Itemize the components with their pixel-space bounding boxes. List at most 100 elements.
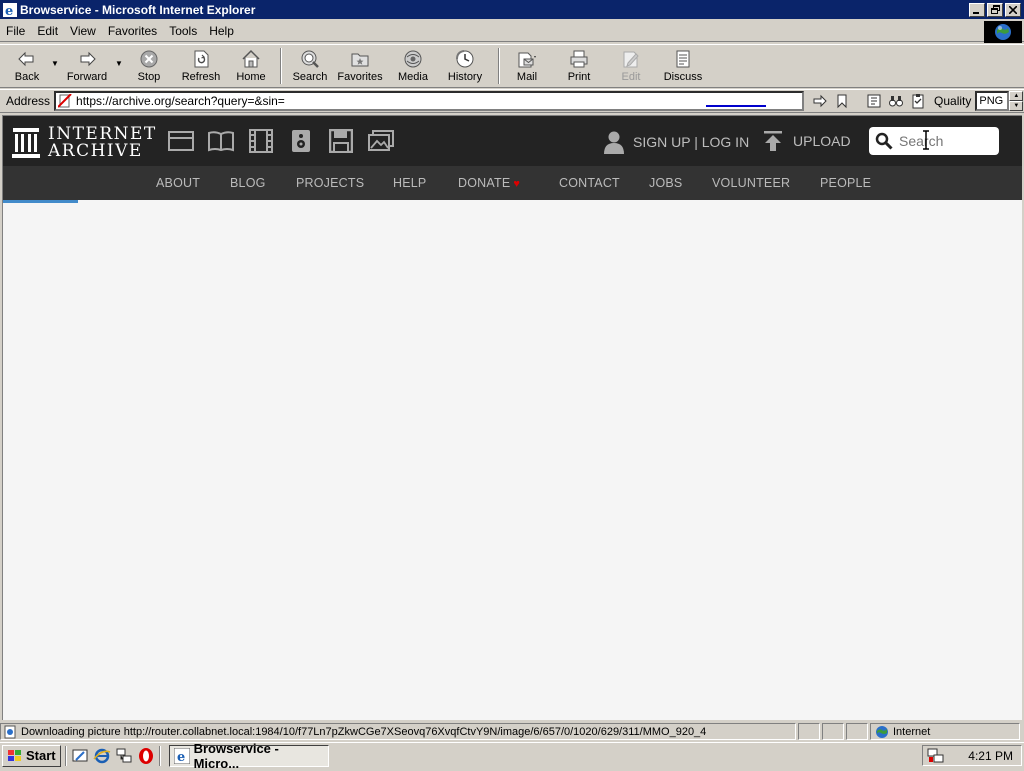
search-button[interactable]: Search (288, 45, 332, 87)
forward-button[interactable]: Forward (60, 45, 114, 87)
ia-logo[interactable]: INTERNET ARCHIVE (12, 126, 157, 160)
binoculars-icon[interactable] (888, 93, 904, 109)
nav-donate[interactable]: DONATE ♥ (458, 176, 520, 190)
menu-view[interactable]: View (64, 24, 102, 38)
history-label: History (447, 71, 483, 83)
menu-help[interactable]: Help (203, 24, 240, 38)
stop-button[interactable]: Stop (124, 45, 174, 87)
find-page-icon[interactable] (866, 93, 882, 109)
web-icon[interactable] (166, 128, 196, 154)
media-icon (404, 50, 422, 68)
toolbar-separator (498, 48, 500, 84)
nav-about[interactable]: ABOUT (156, 176, 200, 190)
nav-help[interactable]: HELP (393, 176, 426, 190)
signup-login-link[interactable]: SIGN UP | LOG IN (603, 130, 749, 154)
media-label: Media (398, 71, 428, 83)
internet-explorer-icon[interactable] (93, 747, 111, 765)
spin-up-icon[interactable]: ▲ (1009, 91, 1024, 101)
discuss-label: Discuss (663, 71, 703, 83)
network-status-icon[interactable] (927, 748, 945, 764)
forward-arrow-icon (80, 51, 96, 67)
quality-value[interactable]: PNG (975, 91, 1010, 111)
menu-bar: File Edit View Favorites Tools Help (0, 20, 1024, 43)
restore-button[interactable] (987, 2, 1003, 17)
menu-tools[interactable]: Tools (163, 24, 203, 38)
status-text: Downloading picture http://router.collab… (21, 725, 707, 738)
ie-task-icon: e (173, 747, 190, 764)
site-search-box[interactable] (869, 127, 999, 155)
media-button[interactable]: Media (388, 45, 438, 87)
network-icon[interactable] (115, 747, 133, 765)
back-dropdown-icon[interactable]: ▼ (50, 59, 60, 68)
minimize-button[interactable] (969, 2, 985, 17)
toolbar-separator (280, 48, 282, 84)
address-field[interactable]: https://archive.org/search?query=&sin= (54, 91, 805, 111)
task-label: Browservice - Micro... (193, 740, 279, 771)
spin-down-icon[interactable]: ▼ (1009, 101, 1024, 111)
title-bar[interactable]: e Browservice - Microsoft Internet Explo… (0, 0, 1024, 19)
home-button[interactable]: Home (228, 45, 274, 87)
status-bar: Downloading picture http://router.collab… (0, 721, 1024, 742)
menu-favorites[interactable]: Favorites (102, 24, 163, 38)
logo-line-2: ARCHIVE (48, 141, 143, 161)
texts-icon[interactable] (206, 128, 236, 154)
page-loading-icon (4, 725, 16, 738)
nav-projects[interactable]: PROJECTS (296, 176, 364, 190)
minimize-icon (973, 11, 979, 14)
clock[interactable]: 4:21 PM (968, 749, 1013, 763)
discuss-button[interactable]: Discuss (652, 45, 714, 87)
media-type-icons (166, 128, 396, 154)
favorites-label: Favorites (337, 71, 383, 83)
page-viewport[interactable]: INTERNET ARCHIVE SIGN UP | LOG IN UPLOAD… (2, 115, 1022, 720)
upload-icon (764, 131, 782, 151)
refresh-button[interactable]: Refresh (174, 45, 228, 87)
nav-blog[interactable]: BLOG (230, 176, 266, 190)
svg-text:e: e (5, 4, 13, 17)
security-zone[interactable]: Internet (870, 723, 1020, 740)
nav-jobs[interactable]: JOBS (649, 176, 682, 190)
globe-icon (995, 24, 1011, 40)
ia-logo-text: INTERNET ARCHIVE (48, 126, 157, 160)
edit-button[interactable]: Edit (610, 45, 652, 87)
audio-icon[interactable] (286, 128, 316, 154)
print-button[interactable]: Print (548, 45, 610, 87)
user-icon (604, 131, 624, 154)
upload-link[interactable]: UPLOAD (763, 130, 851, 152)
back-label: Back (14, 71, 40, 83)
close-button[interactable] (1005, 2, 1021, 17)
nav-volunteer[interactable]: VOLUNTEER (712, 176, 790, 190)
clipboard-icon[interactable] (910, 93, 926, 109)
refresh-label: Refresh (181, 71, 221, 83)
stop-icon (140, 50, 158, 68)
software-icon[interactable] (326, 128, 356, 154)
back-button[interactable]: Back (4, 45, 50, 87)
edit-icon (623, 51, 639, 68)
nav-people[interactable]: PEOPLE (820, 176, 871, 190)
nav-contact[interactable]: CONTACT (559, 176, 620, 190)
taskbar-browservice-button[interactable]: e Browservice - Micro... (168, 741, 329, 771)
taskbar-separator (64, 745, 67, 766)
go-arrow-icon[interactable] (812, 93, 828, 109)
print-label: Print (567, 71, 591, 83)
favorites-button[interactable]: Favorites (332, 45, 388, 87)
internet-zone-icon (876, 725, 888, 738)
forward-dropdown-icon[interactable]: ▼ (114, 59, 124, 68)
site-search-input[interactable] (899, 133, 995, 149)
windows-throbber (984, 21, 1022, 43)
start-button[interactable]: Start (2, 744, 61, 767)
images-icon[interactable] (366, 128, 396, 154)
video-icon[interactable] (246, 128, 276, 154)
history-icon (456, 50, 474, 68)
quality-spinner[interactable]: PNG ▲ ▼ (975, 91, 1024, 111)
menu-edit[interactable]: Edit (31, 24, 64, 38)
bookmark-icon[interactable] (834, 93, 850, 109)
opera-icon[interactable] (137, 747, 155, 765)
history-button[interactable]: History (438, 45, 492, 87)
archive-building-icon (12, 128, 40, 158)
standard-toolbar: Back ▼ Forward ▼ Stop Refresh Home Searc… (0, 44, 1024, 88)
address-url: https://archive.org/search?query=&sin= (76, 94, 285, 108)
mail-button[interactable]: Mail (506, 45, 548, 87)
menu-file[interactable]: File (0, 24, 31, 38)
home-icon (242, 49, 260, 68)
show-desktop-icon[interactable] (71, 747, 89, 765)
